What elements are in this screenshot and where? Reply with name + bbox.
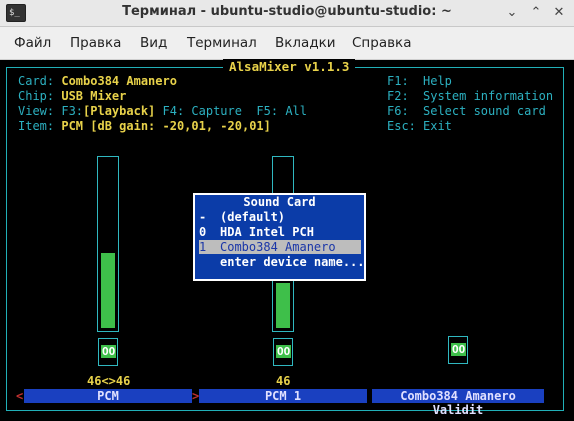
pcm1-mute-toggle[interactable]: OO [273,338,293,366]
channel-pcm1[interactable]: PCM 1 [199,389,367,403]
key-help-esc: Esc: Exit [387,119,452,133]
maximize-button[interactable]: ⌃ [528,5,544,21]
menubar: Файл Правка Вид Терминал Вкладки Справка [0,27,574,60]
card-line: Card: Combo384 Amanero [18,74,177,88]
pcm-volume-value: 46<>46 [87,374,131,388]
minimize-button[interactable]: ⌄ [504,5,520,21]
chip-line: Chip: USB Mixer [18,89,127,103]
key-help-f1: F1: Help [387,74,452,88]
alsamixer-title: AlsaMixer v1.1.3 [223,59,356,74]
channel-validity[interactable]: Combo384 Amanero Validit [372,389,544,417]
menu-tabs[interactable]: Вкладки [275,35,336,51]
sound-card-option-enter-name[interactable]: enter device name... [199,255,365,269]
sound-card-dialog: Sound Card - (default) 0 HDA Intel PCH 1 Co… [193,193,366,281]
dialog-title: Sound Card [243,195,316,209]
menu-help[interactable]: Справка [352,35,411,51]
menu-terminal[interactable]: Терминал [187,35,257,51]
close-button[interactable]: ✕ [551,5,567,21]
view-line: View: F3:[Playback] F4: Capture F5: All [18,104,307,118]
validity-switch[interactable]: OO [448,336,468,364]
pcm-volume-fill [101,253,115,328]
window-title: Терминал - ubuntu-studio@ubuntu-studio: … [122,4,452,19]
pcm1-volume-fill [276,283,290,328]
item-line: Item: PCM [dB gain: -20,01, -20,01] [18,119,271,133]
menu-edit[interactable]: Правка [70,35,121,51]
window-titlebar: $_ Терминал - ubuntu-studio@ubuntu-studi… [0,0,574,27]
channel-pcm[interactable]: PCM [24,389,192,403]
pcm-mute-toggle[interactable]: OO [98,338,118,366]
left-arrow: < [16,389,24,403]
sound-card-option-hda[interactable]: 0 HDA Intel PCH [199,225,361,239]
key-help-f2: F2: System information [387,89,554,103]
sound-card-option-default[interactable]: - (default) [199,210,361,224]
menu-view[interactable]: Вид [140,35,167,51]
menu-file[interactable]: Файл [14,35,51,51]
key-help-f6: F6: Select sound card [387,104,546,118]
sound-card-option-combo384[interactable]: 1 Combo384 Amanero [199,240,361,254]
pcm1-volume-value: 46 [276,374,291,388]
